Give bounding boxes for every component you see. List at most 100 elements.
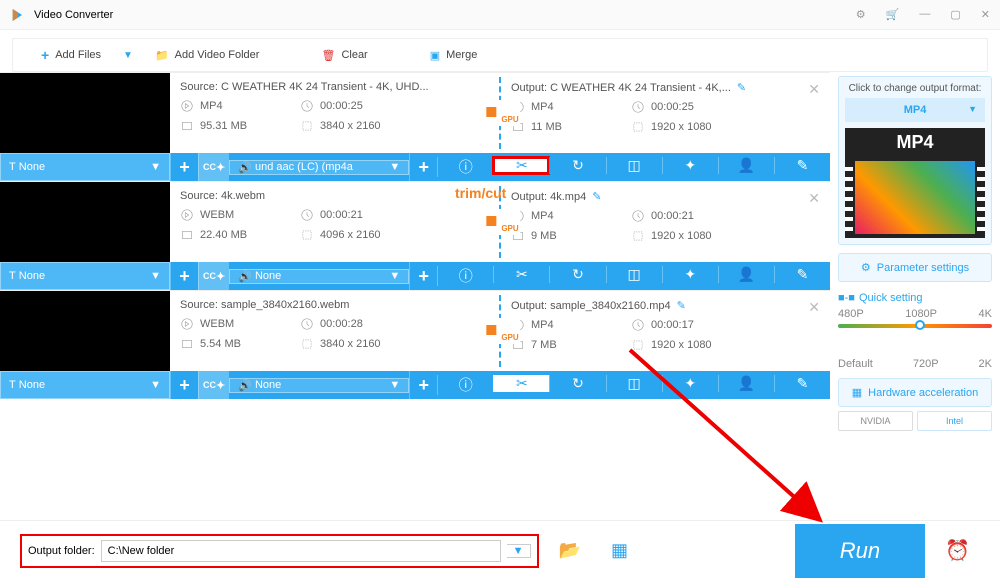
output-dimensions: 1920 x 1080 [631, 120, 731, 134]
add-subtitle-button[interactable]: + [170, 371, 198, 399]
crop-icon[interactable]: ◫ [606, 157, 662, 174]
output-folder-group: Output folder: ▼ [20, 534, 539, 568]
format-preview: MP4 [845, 128, 985, 238]
source-title: Source: sample_3840x2160.webm [180, 299, 489, 311]
audio-select[interactable]: 🔊 None▼ [229, 378, 409, 393]
add-audio-button[interactable]: + [409, 153, 437, 181]
file-list: Source: C WEATHER 4K 24 Transient - 4K, … [0, 72, 830, 510]
source-title: Source: C WEATHER 4K 24 Transient - 4K, … [180, 81, 489, 93]
side-panel: Click to change output format: MP4 MP4 ⚙… [830, 72, 1000, 510]
playlist-icon[interactable]: ▦ [601, 540, 638, 561]
nvidia-chip[interactable]: NVIDIA [838, 411, 913, 431]
output-title: Output: C WEATHER 4K 24 Transient - 4K,.… [511, 81, 820, 94]
gpu-icon: GPU [479, 100, 520, 126]
cart-icon[interactable]: 🛒 [886, 8, 900, 21]
edit-tool-icon[interactable]: ✎ [774, 157, 830, 174]
watermark-icon[interactable]: 👤 [718, 375, 774, 392]
cc-button[interactable]: CC✦ [198, 262, 229, 290]
chip-icon: ▦ [852, 386, 862, 399]
intel-chip[interactable]: Intel [917, 411, 992, 431]
effects-icon[interactable]: ✦ [662, 157, 718, 174]
add-files-button[interactable]: +Add Files [33, 43, 109, 67]
edit-icon[interactable]: ✎ [677, 300, 686, 312]
source-dimensions: 3840 x 2160 [300, 119, 400, 133]
subtitle-select[interactable]: T None▼ [0, 153, 170, 181]
edit-icon[interactable]: ✎ [592, 191, 601, 203]
close-icon[interactable]: ✕ [981, 8, 990, 21]
output-size: 11 MB [511, 120, 611, 134]
video-thumbnail [0, 291, 170, 371]
audio-select[interactable]: 🔊 None▼ [229, 269, 409, 284]
trim-cut-annotation: trim/cut [455, 185, 506, 201]
add-audio-button[interactable]: + [409, 371, 437, 399]
video-thumbnail [0, 73, 170, 153]
rotate-icon[interactable]: ↻ [549, 266, 605, 283]
parameter-settings-button[interactable]: ⚙Parameter settings [838, 253, 992, 282]
crop-icon[interactable]: ◫ [606, 375, 662, 392]
main-toolbar: +Add Files ▼ 📁Add Video Folder 🗑Clear ▣M… [12, 38, 988, 72]
edit-tool-icon[interactable]: ✎ [774, 375, 830, 392]
minimize-icon[interactable]: — [919, 8, 930, 21]
output-folder-label: Output folder: [28, 545, 95, 557]
bottom-bar: Output folder: ▼ 📂 ▦ Run ⏰ [0, 520, 1000, 580]
title-bar: Video Converter ⚙ 🛒 — ▢ ✕ [0, 0, 1000, 30]
edit-icon[interactable]: ✎ [737, 82, 746, 94]
subtitle-select[interactable]: T None▼ [0, 371, 170, 399]
audio-select[interactable]: 🔊 und aac (LC) (mp4a▼ [229, 160, 409, 175]
add-audio-button[interactable]: + [409, 262, 437, 290]
settings-icon: ⚙ [861, 261, 871, 274]
edit-tool-icon[interactable]: ✎ [774, 266, 830, 283]
cut-icon[interactable]: ✂ [493, 157, 549, 174]
crop-icon[interactable]: ◫ [606, 266, 662, 283]
effects-icon[interactable]: ✦ [662, 375, 718, 392]
watermark-icon[interactable]: 👤 [718, 157, 774, 174]
add-files-dropdown-icon[interactable]: ▼ [117, 50, 139, 61]
rotate-icon[interactable]: ↻ [549, 157, 605, 174]
cc-button[interactable]: CC✦ [198, 153, 229, 181]
remove-item-icon[interactable]: ✕ [808, 81, 820, 98]
open-folder-icon[interactable]: 📂 [549, 540, 591, 561]
file-item: Source: sample_3840x2160.webm WEBM00:00:… [0, 290, 830, 399]
info-icon[interactable]: ⓘ [437, 266, 493, 286]
rotate-icon[interactable]: ↻ [549, 375, 605, 392]
info-icon[interactable]: ⓘ [437, 375, 493, 395]
video-thumbnail [0, 182, 170, 262]
cc-button[interactable]: CC✦ [198, 371, 229, 399]
restore-icon[interactable]: ▢ [950, 8, 960, 21]
add-folder-button[interactable]: 📁Add Video Folder [147, 45, 268, 66]
schedule-icon[interactable]: ⏰ [935, 538, 980, 563]
output-format: MP4 [511, 100, 611, 114]
add-subtitle-button[interactable]: + [170, 262, 198, 290]
format-button[interactable]: MP4 [845, 98, 985, 122]
quick-setting-label: ■-■Quick setting [838, 292, 992, 304]
output-duration: 00:00:25 [631, 100, 731, 114]
gpu-icon: GPU [479, 209, 520, 235]
remove-item-icon[interactable]: ✕ [808, 299, 820, 316]
clear-button[interactable]: 🗑Clear [313, 45, 375, 66]
source-title: Source: 4k.webm [180, 190, 489, 202]
hardware-accel-button[interactable]: ▦Hardware acceleration [838, 378, 992, 407]
format-label: Click to change output format: [845, 83, 985, 94]
info-icon[interactable]: ⓘ [437, 157, 493, 177]
subtitle-select[interactable]: T None▼ [0, 262, 170, 290]
quality-slider[interactable] [838, 324, 992, 354]
source-duration: 00:00:25 [300, 99, 400, 113]
output-folder-input[interactable] [101, 540, 501, 562]
format-selector[interactable]: Click to change output format: MP4 MP4 [838, 76, 992, 245]
folder-dropdown-icon[interactable]: ▼ [507, 544, 531, 558]
gpu-icon: GPU [479, 318, 520, 344]
source-size: 95.31 MB [180, 119, 280, 133]
window-title: Video Converter [34, 9, 113, 21]
add-subtitle-button[interactable]: + [170, 153, 198, 181]
file-item: Source: 4k.webm WEBM00:00:21 22.40 MB409… [0, 181, 830, 290]
remove-item-icon[interactable]: ✕ [808, 190, 820, 207]
merge-button[interactable]: ▣Merge [422, 45, 486, 66]
effects-icon[interactable]: ✦ [662, 266, 718, 283]
app-logo-icon [10, 7, 26, 23]
watermark-icon[interactable]: 👤 [718, 266, 774, 283]
source-format: MP4 [180, 99, 280, 113]
gift-icon[interactable]: ⚙ [856, 8, 866, 21]
cut-icon[interactable]: ✂ [493, 266, 549, 283]
run-button[interactable]: Run [795, 524, 925, 578]
cut-icon[interactable]: ✂ [493, 375, 549, 392]
